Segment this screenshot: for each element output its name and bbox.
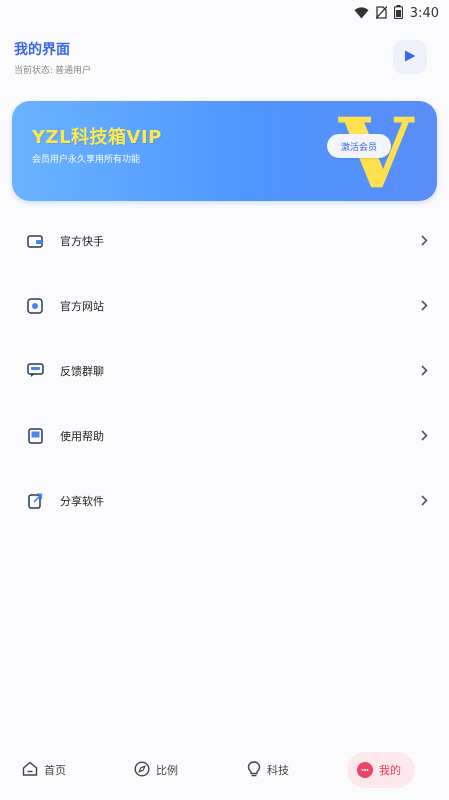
compass-icon [134, 760, 150, 780]
menu-item-label: 使用帮助 [60, 429, 104, 443]
tab-label: 科技 [267, 764, 289, 777]
menu-item-label: 分享软件 [60, 494, 104, 508]
menu-item-feedback-group[interactable]: 反馈群聊 [0, 338, 449, 403]
tab-label: 比例 [156, 764, 178, 777]
chat-icon [26, 362, 44, 380]
menu-item-official-website[interactable]: 官方网站 [0, 273, 449, 338]
user-status-label: 当前状态: [14, 66, 54, 76]
tab-label: 首页 [44, 764, 66, 777]
vip-subtitle: 会员用户永久享用所有功能 [32, 155, 141, 165]
header: 我的界面 当前状态: 普通用户 [14, 36, 435, 80]
menu-item-label: 反馈群聊 [60, 364, 104, 378]
chevron-right-icon [419, 430, 429, 441]
tab-tech[interactable]: 科技 [247, 752, 289, 788]
vip-title: YZL科技箱VIP [32, 127, 162, 148]
settings-menu: 官方快手 官方网站 反馈群聊 使用帮助 分享软件 [0, 208, 449, 533]
tab-label: 我的 [379, 764, 401, 777]
play-icon [403, 48, 417, 67]
user-status: 当前状态: 普通用户 [14, 63, 91, 76]
share-icon [26, 492, 44, 510]
chevron-right-icon [419, 235, 429, 246]
activate-vip-button[interactable]: 激活会员 [327, 134, 391, 158]
chevron-right-icon [419, 495, 429, 506]
page-title: 我的界面 [14, 42, 70, 58]
status-bar: 3:40 [0, 0, 449, 26]
play-button[interactable] [393, 40, 427, 74]
bottom-tab-bar: 首页 比例 科技 我的 [0, 748, 449, 792]
tab-home[interactable]: 首页 [22, 752, 66, 788]
chevron-right-icon [419, 365, 429, 376]
no-sim-icon [375, 4, 388, 23]
profile-icon [357, 762, 373, 778]
chevron-right-icon [419, 300, 429, 311]
clock: 3:40 [409, 6, 439, 21]
menu-item-help[interactable]: 使用帮助 [0, 403, 449, 468]
tab-mine[interactable]: 我的 [347, 752, 415, 788]
tab-ratio[interactable]: 比例 [134, 752, 178, 788]
menu-item-share-app[interactable]: 分享软件 [0, 468, 449, 533]
user-status-value: 普通用户 [55, 66, 92, 76]
browser-icon [26, 297, 44, 315]
menu-item-label: 官方网站 [60, 299, 104, 313]
home-icon [22, 761, 38, 779]
menu-item-official-kuaishou[interactable]: 官方快手 [0, 208, 449, 273]
vip-card[interactable]: YZL科技箱VIP 会员用户永久享用所有功能 V 激活会员 [12, 101, 437, 201]
wifi-icon [354, 4, 369, 23]
menu-item-label: 官方快手 [60, 234, 104, 248]
battery-icon [393, 4, 403, 23]
bulb-icon [247, 760, 261, 780]
status-icons: 3:40 [354, 4, 439, 23]
book-icon [26, 427, 44, 445]
wallet-icon [26, 232, 44, 250]
